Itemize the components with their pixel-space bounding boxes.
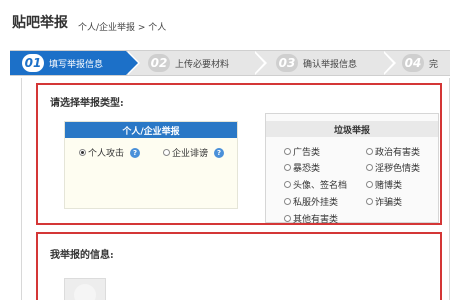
spam-report-panel: 垃圾举报 广告类 政治有害类 暴恐类 淫秽色情类 头像、签名档 赌博类 私服外挂… (265, 113, 439, 225)
radio-icon[interactable] (366, 164, 373, 171)
my-info-title: 我举报的信息: (50, 250, 114, 261)
radio-icon[interactable] (366, 181, 373, 188)
radio-icon[interactable] (284, 148, 291, 155)
help-icon[interactable]: ? (130, 147, 141, 158)
option-label: 广告类 (293, 148, 321, 158)
step-divider (382, 51, 393, 75)
spam-panel-title: 垃圾举报 (266, 121, 438, 137)
step-4-label: 完 (429, 59, 439, 70)
option-personal-attack[interactable]: 个人攻击 ? (79, 146, 141, 159)
option-label: 诈骗类 (375, 198, 403, 208)
option-label: 个人攻击 (88, 149, 125, 159)
step-1: 01 填写举报信息 (10, 51, 126, 75)
step-4: 04 完 (402, 51, 450, 75)
option-label: 头像、签名档 (293, 181, 348, 191)
step-1-label: 填写举报信息 (49, 59, 104, 70)
breadcrumb[interactable]: 个人/企业举报 > 个人 (78, 20, 166, 33)
option-label: 赌博类 (375, 181, 403, 191)
radio-checked-icon[interactable] (79, 149, 86, 156)
step-2-number: 02 (148, 54, 170, 72)
option-gambling[interactable]: 赌博类 (366, 178, 402, 191)
option-fraud[interactable]: 诈骗类 (366, 195, 402, 208)
option-violence[interactable]: 暴恐类 (284, 161, 320, 174)
option-avatar-signature[interactable]: 头像、签名档 (284, 178, 347, 191)
step-3-number: 03 (276, 54, 298, 72)
personal-panel-title: 个人/企业举报 (65, 122, 237, 138)
option-label: 私服外挂类 (293, 198, 339, 208)
avatar (64, 278, 106, 300)
avatar-placeholder-icon (74, 284, 96, 300)
progress-steps: 01 填写举报信息 02 上传必要材料 03 确认举报信息 04 完 (10, 50, 450, 76)
step-2: 02 上传必要材料 (148, 51, 258, 75)
option-other-harmful[interactable]: 其他有害类 (284, 212, 338, 225)
option-label: 其他有害类 (293, 215, 339, 225)
option-private-server[interactable]: 私服外挂类 (284, 195, 338, 208)
option-pornography[interactable]: 淫秽色情类 (366, 161, 420, 174)
radio-icon[interactable] (284, 181, 291, 188)
report-type-title: 请选择举报类型: (50, 98, 124, 109)
step-3-label: 确认举报信息 (303, 59, 358, 70)
radio-icon[interactable] (284, 198, 291, 205)
personal-report-panel: 个人/企业举报 个人攻击 ? 企业诽谤 ? (64, 121, 238, 209)
option-ads[interactable]: 广告类 (284, 145, 320, 158)
step-divider (126, 51, 138, 75)
radio-icon[interactable] (366, 148, 373, 155)
page-title: 贴吧举报 (12, 15, 68, 31)
radio-icon[interactable] (284, 215, 291, 222)
step-1-number: 01 (22, 54, 44, 72)
step-4-number: 04 (402, 54, 424, 72)
radio-icon[interactable] (366, 198, 373, 205)
step-2-label: 上传必要材料 (175, 59, 230, 70)
option-corporate-defamation[interactable]: 企业诽谤 ? (163, 146, 225, 159)
option-label: 淫秽色情类 (375, 164, 421, 174)
step-3: 03 确认举报信息 (276, 51, 386, 75)
page-header: 贴吧举报 个人/企业举报 > 个人 (0, 0, 450, 44)
option-label: 暴恐类 (293, 164, 321, 174)
option-label: 政治有害类 (375, 148, 421, 158)
option-political[interactable]: 政治有害类 (366, 145, 420, 158)
step-divider (253, 51, 264, 75)
radio-icon[interactable] (284, 164, 291, 171)
help-icon[interactable]: ? (214, 147, 225, 158)
option-label: 企业诽谤 (172, 149, 209, 159)
radio-icon[interactable] (163, 149, 170, 156)
